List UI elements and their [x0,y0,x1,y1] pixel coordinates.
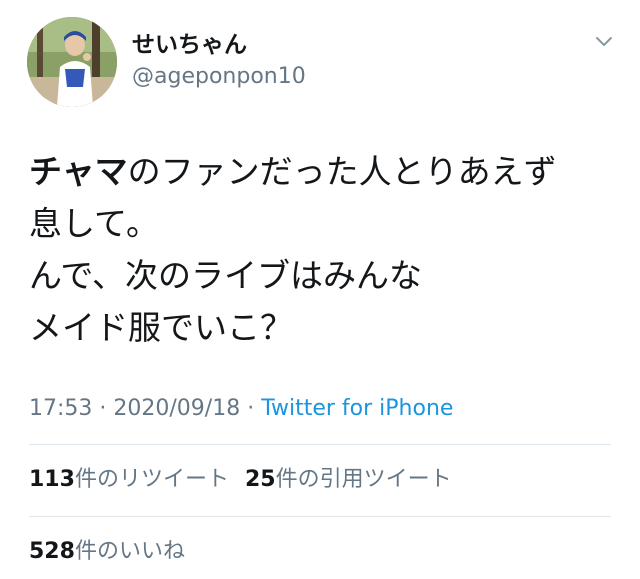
tweet-time[interactable]: 17:53 [29,396,92,421]
avatar[interactable] [27,17,117,107]
tweet-line: メイド服でいこ？ [29,302,629,354]
tweet-line-text: のファンだった人とりあえず [127,152,557,191]
retweets-stat[interactable]: 113件のリツイート [29,467,229,492]
retweets-label: 件のリツイート [74,467,229,492]
user-handle[interactable]: @ageponpon10 [132,63,306,91]
avatar-photo [27,17,117,107]
quotes-label: 件の引用ツイート [275,467,452,492]
tweet-date[interactable]: 2020/09/18 [113,396,240,421]
tweet-line: チャマのファンだった人とりあえず [29,146,629,198]
tweet-text: チャマのファンだった人とりあえず 息して。 んで、次のライブはみんな メイド服で… [29,146,629,354]
tweet-source-link[interactable]: Twitter for iPhone [261,396,453,421]
meta-separator: · [240,396,262,421]
quote-tweets-stat[interactable]: 25件の引用ツイート [245,467,452,492]
likes-label: 件のいいね [74,539,185,564]
tweet-line: 息して。 [29,198,629,250]
likes-stat[interactable]: 528件のいいね [29,538,185,566]
tweet-line: んで、次のライブはみんな [29,250,629,302]
chevron-down-icon[interactable] [594,34,614,50]
meta-separator: · [92,396,114,421]
divider [29,516,611,517]
quotes-count: 25 [244,467,276,492]
tweet-line-text: 息して。 [29,204,160,243]
tweet-line-text: メイド服でいこ？ [29,308,293,347]
tweet-bold-mention: チャマ [29,152,128,191]
display-name[interactable]: せいちゃん [132,30,247,60]
tweet-meta: 17:53 · 2020/09/18 · Twitter for iPhone [29,395,453,423]
likes-count: 528 [29,539,75,564]
divider [29,444,611,445]
tweet-line-text: んで、次のライブはみんな [29,256,423,295]
retweets-count: 113 [29,467,75,492]
tweet-stats: 113件のリツイート 25件の引用ツイート [29,466,452,494]
